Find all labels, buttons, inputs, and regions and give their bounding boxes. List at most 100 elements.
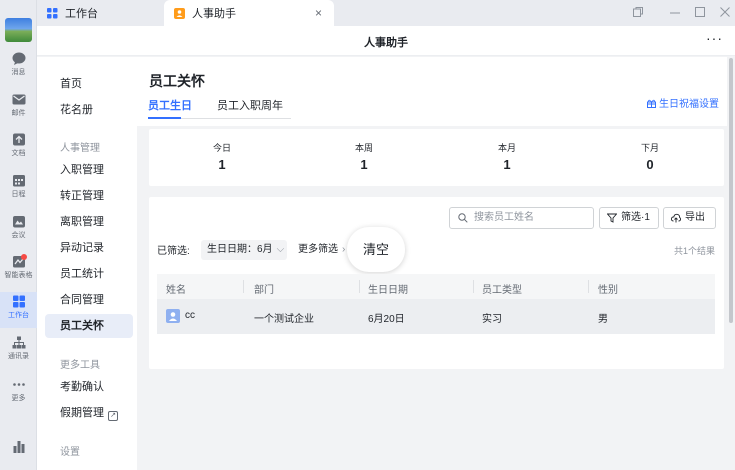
grid-icon [12, 295, 25, 308]
table-header: 姓名 部门 生日日期 员工类型 性别 [157, 274, 715, 299]
birthday-month-filter-chip[interactable]: 生日日期：6月 ⌵ [201, 240, 287, 260]
maximize-icon[interactable] [695, 7, 705, 17]
sidebar-item-home[interactable]: 首页 [45, 72, 133, 96]
filtered-label: 已筛选: [157, 246, 190, 257]
tab-label: 人事助手 [192, 8, 236, 20]
rail-item-meeting[interactable]: 会议 [0, 215, 37, 247]
rail-item-smartsheet[interactable]: 智能表格 [0, 254, 37, 287]
user-avatar[interactable] [5, 18, 32, 42]
tab-anniversary[interactable]: 员工入职周年 [217, 97, 283, 113]
sidebar-item-changes[interactable]: 异动记录 [45, 236, 133, 260]
close-icon[interactable]: × [315, 6, 322, 20]
search-placeholder: 搜索员工姓名 [474, 212, 534, 223]
rail-item-mail[interactable]: 邮件 [0, 93, 37, 125]
sidebar-item-leave[interactable]: 假期管理 ↗ [45, 401, 133, 425]
scrollbar[interactable] [729, 58, 733, 323]
rail-item-apps[interactable] [0, 440, 37, 470]
search-input[interactable]: 搜索员工姓名 [449, 207, 594, 229]
cell-name[interactable]: cc [185, 310, 195, 321]
tab-hr-assistant[interactable]: 人事助手 × [164, 0, 334, 26]
rail-label: 工作台 [8, 312, 29, 319]
window-close-icon[interactable] [720, 7, 730, 17]
sidebar-item-resignation[interactable]: 离职管理 [45, 210, 133, 234]
person-icon [169, 312, 177, 321]
sidebar-item-care[interactable]: 员工关怀 [45, 314, 133, 338]
link-label: 生日祝福设置 [659, 99, 719, 110]
column-header-gender[interactable]: 性别 [598, 281, 618, 296]
stat-this-month: 本月 1 [477, 141, 537, 172]
stat-this-week: 本周 1 [334, 141, 394, 172]
rail-item-docs[interactable]: 文档 [0, 133, 37, 165]
rail-label: 会议 [11, 232, 26, 239]
cell-gender: 男 [598, 314, 608, 325]
sidebar-item-label: 假期管理 [60, 407, 104, 419]
rail-item-messages[interactable]: 消息 [0, 52, 37, 84]
birthday-stats: 今日 1 本周 1 本月 1 下月 0 [149, 129, 724, 186]
rail-item-calendar[interactable]: 日程 [0, 174, 37, 206]
column-header-name[interactable]: 姓名 [166, 281, 186, 296]
pin-window-icon[interactable] [633, 7, 643, 17]
page-header: 员工关怀 员工生日 员工入职周年 生日祝福设置 [137, 57, 727, 126]
chevron-down-icon: ⌵ [276, 244, 285, 255]
rail-label: 日程 [11, 191, 26, 198]
calendar-icon [12, 175, 25, 187]
rail-label: 邮件 [11, 110, 26, 117]
column-header-birthday[interactable]: 生日日期 [368, 281, 408, 296]
cell-dept: 一个测试企业 [254, 314, 314, 325]
export-button-label: 导出 [685, 212, 705, 223]
rail-item-more[interactable]: 更多 [0, 378, 37, 410]
app-title: 人事助手 [364, 37, 408, 49]
stat-next-month: 下月 0 [620, 141, 680, 172]
stat-today: 今日 1 [192, 141, 252, 172]
cell-type: 实习 [482, 314, 502, 325]
column-header-dept[interactable]: 部门 [254, 281, 274, 296]
more-dots-icon [12, 383, 25, 386]
tab-birthday[interactable]: 员工生日 [148, 97, 192, 113]
filter-icon [607, 213, 617, 223]
main-content: 员工关怀 员工生日 员工入职周年 生日祝福设置 今日 1 本周 1 本月 1 下… [137, 57, 735, 470]
tab-divider [181, 118, 291, 119]
more-options-icon[interactable]: ··· [706, 30, 723, 46]
birthday-greeting-settings-link[interactable]: 生日祝福设置 [647, 95, 719, 110]
export-button[interactable]: 导出 [663, 207, 716, 229]
video-icon [12, 216, 25, 228]
rail-label: 消息 [11, 69, 26, 76]
result-count: 共1个结果 [673, 246, 715, 256]
sidebar-item-regularization[interactable]: 转正管理 [45, 184, 133, 208]
sidebar-group-hr: 人事管理 [60, 143, 100, 154]
bar-chart-icon [13, 441, 24, 453]
sidebar-item-roster[interactable]: 花名册 [45, 98, 133, 122]
filter-button-label: 筛选·1 [621, 212, 650, 223]
hr-assistant-icon [174, 7, 185, 19]
rail-item-contacts[interactable]: 通讯录 [0, 336, 37, 368]
app-rail: 消息 邮件 文档 日程 会议 智能表格 工作台 通讯录 更多 [0, 0, 37, 470]
external-link-icon: ↗ [108, 411, 118, 421]
sidebar-item-contracts[interactable]: 合同管理 [45, 288, 133, 312]
tab-bar: 工作台 人事助手 × [37, 0, 735, 26]
rail-label: 更多 [11, 395, 26, 402]
minimize-icon[interactable] [670, 12, 680, 14]
sidebar-item-onboarding[interactable]: 入职管理 [45, 158, 133, 182]
rail-item-workbench[interactable]: 工作台 [0, 292, 37, 328]
sidebar-item-attendance[interactable]: 考勤确认 [45, 375, 133, 399]
table-row[interactable]: cc 一个测试企业 6月20日 实习 男 [157, 299, 715, 334]
stat-label: 本月 [497, 143, 516, 153]
active-tab-indicator [148, 117, 181, 119]
sidebar-group-tools: 更多工具 [60, 360, 100, 371]
cloud-export-icon [671, 213, 681, 223]
hr-sidebar: 首页 花名册 人事管理 入职管理 转正管理 离职管理 异动记录 员工统计 合同管… [37, 57, 137, 470]
stat-value: 1 [360, 157, 368, 172]
gift-icon [647, 99, 656, 108]
sidebar-item-statistics[interactable]: 员工统计 [45, 262, 133, 286]
clear-filters-button[interactable]: 清空 [347, 227, 405, 272]
column-divider [588, 280, 589, 293]
chat-bubble-icon [12, 52, 25, 65]
column-header-type[interactable]: 员工类型 [482, 281, 522, 296]
tab-workbench[interactable]: 工作台 [47, 0, 98, 26]
stat-label: 下月 [640, 143, 659, 153]
filter-button[interactable]: 筛选·1 [599, 207, 659, 229]
stat-value: 1 [218, 157, 226, 172]
more-filters-button[interactable]: 更多筛选 › [292, 240, 350, 260]
rail-label: 文档 [11, 150, 26, 157]
rail-label: 通讯录 [8, 353, 29, 360]
